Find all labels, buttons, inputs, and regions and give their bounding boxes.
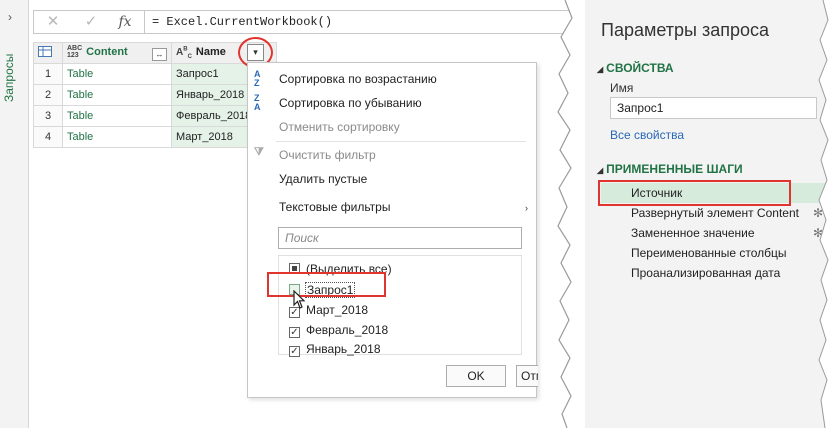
panel-title: Параметры запроса: [601, 20, 769, 40]
applied-step[interactable]: Проанализированная дата: [601, 263, 827, 283]
query-settings-panel: Параметры запроса ◢ СВОЙСТВА Имя Запрос1 …: [585, 0, 833, 428]
table-row[interactable]: 4 Table Март_2018: [33, 126, 277, 148]
step-label: Переименованные столбцы: [631, 246, 787, 260]
sort-descending-icon: ZA: [254, 93, 261, 112]
highlight-box-step: [598, 180, 791, 206]
list-item[interactable]: ✓ Январь_2018: [289, 342, 381, 357]
column-header-name-label: Name: [195, 46, 226, 58]
applied-steps-header[interactable]: ◢ ПРИМЕНЕННЫЕ ШАГИ: [597, 162, 743, 176]
sort-ascending-icon: AZ: [254, 69, 261, 88]
value-list[interactable]: (Выделить все) Запрос1 ✓ Март_2018 ✓ Февра…: [278, 255, 522, 357]
formula-bar: ✕ ✓ fx = Excel.CurrentWorkbook(): [33, 10, 578, 34]
query-name-input[interactable]: Запрос1: [610, 97, 817, 119]
filter-menu: AZ Сортировка по возрастанию ZA Сортиров…: [247, 62, 538, 398]
ok-button[interactable]: OK: [446, 365, 506, 387]
formula-input[interactable]: = Excel.CurrentWorkbook(): [152, 15, 332, 29]
step-label: Развернутый элемент Content: [631, 206, 799, 220]
applied-step[interactable]: Замененное значение ✻: [601, 223, 827, 243]
content-cell[interactable]: Table: [62, 105, 172, 127]
text-type-icon[interactable]: ABC: [176, 47, 192, 60]
sort-ascending-item[interactable]: Сортировка по возрастанию: [279, 72, 437, 86]
row-number: 2: [33, 84, 63, 106]
collapse-triangle-icon: ◢: [597, 166, 604, 175]
cancel-button[interactable]: Отмена: [516, 365, 538, 387]
step-label: Проанализированная дата: [631, 266, 781, 280]
checkbox-checked-icon[interactable]: ✓: [289, 346, 300, 357]
confirm-formula-icon[interactable]: ✓: [80, 13, 102, 31]
content-cell[interactable]: Table: [62, 63, 172, 85]
highlight-box-item: [267, 272, 386, 297]
table-menu-icon[interactable]: [33, 42, 63, 64]
all-properties-link[interactable]: Все свойства: [610, 128, 684, 142]
step-label: Замененное значение: [631, 226, 755, 240]
section-title: ПРИМЕНЕННЫЕ ШАГИ: [606, 162, 743, 176]
clear-sort-item[interactable]: Отменить сортировку: [279, 120, 400, 134]
checkbox-checked-icon[interactable]: ✓: [289, 327, 300, 338]
text-filters-item[interactable]: Текстовые фильтры: [279, 200, 390, 214]
list-item-label: Март_2018: [306, 303, 369, 317]
fx-icon[interactable]: fx: [114, 13, 136, 31]
menu-divider: [276, 141, 526, 142]
submenu-arrow-icon: ›: [525, 203, 528, 213]
expand-queries-icon[interactable]: ›: [8, 10, 12, 24]
sort-descending-item[interactable]: Сортировка по убыванию: [279, 96, 422, 110]
clear-filter-item[interactable]: Очистить фильтр: [279, 148, 376, 162]
applied-step[interactable]: Развернутый элемент Content ✻: [601, 203, 827, 223]
applied-step[interactable]: Переименованные столбцы: [601, 243, 827, 263]
mouse-cursor-icon: [293, 289, 307, 315]
section-title: СВОЙСТВА: [606, 61, 674, 75]
list-item-label: Февраль_2018: [306, 323, 389, 337]
formula-separator: [144, 11, 145, 33]
column-header-content[interactable]: ABC 123 Content ↔: [62, 42, 172, 64]
remove-empty-item[interactable]: Удалить пустые: [279, 172, 367, 186]
table-row[interactable]: 1 Table Запрос1: [33, 63, 277, 85]
expand-column-icon[interactable]: ↔: [152, 48, 167, 61]
queries-pane[interactable]: › Запросы: [0, 0, 29, 428]
queries-pane-label: Запросы: [2, 53, 16, 103]
table-row[interactable]: 3 Table Февраль_2018: [33, 105, 277, 127]
collapse-triangle-icon: ◢: [597, 65, 604, 74]
row-number: 1: [33, 63, 63, 85]
search-input[interactable]: Поиск: [278, 227, 522, 249]
content-cell[interactable]: Table: [62, 126, 172, 148]
column-header-content-label: Content: [86, 45, 128, 58]
cancel-formula-icon[interactable]: ✕: [42, 13, 64, 31]
any-type-icon[interactable]: ABC 123: [67, 45, 82, 59]
list-item[interactable]: ✓ Февраль_2018: [289, 323, 388, 338]
content-cell[interactable]: Table: [62, 84, 172, 106]
table-row[interactable]: 2 Table Январь_2018: [33, 84, 277, 106]
torn-edge-decoration: [557, 0, 590, 428]
row-number: 3: [33, 105, 63, 127]
name-label: Имя: [610, 81, 634, 95]
clear-filter-icon: ⧩: [254, 146, 264, 158]
torn-edge-decoration: [818, 0, 833, 428]
properties-section-header[interactable]: ◢ СВОЙСТВА: [597, 61, 674, 75]
list-item-label: Январь_2018: [306, 342, 381, 356]
row-number: 4: [33, 126, 63, 148]
